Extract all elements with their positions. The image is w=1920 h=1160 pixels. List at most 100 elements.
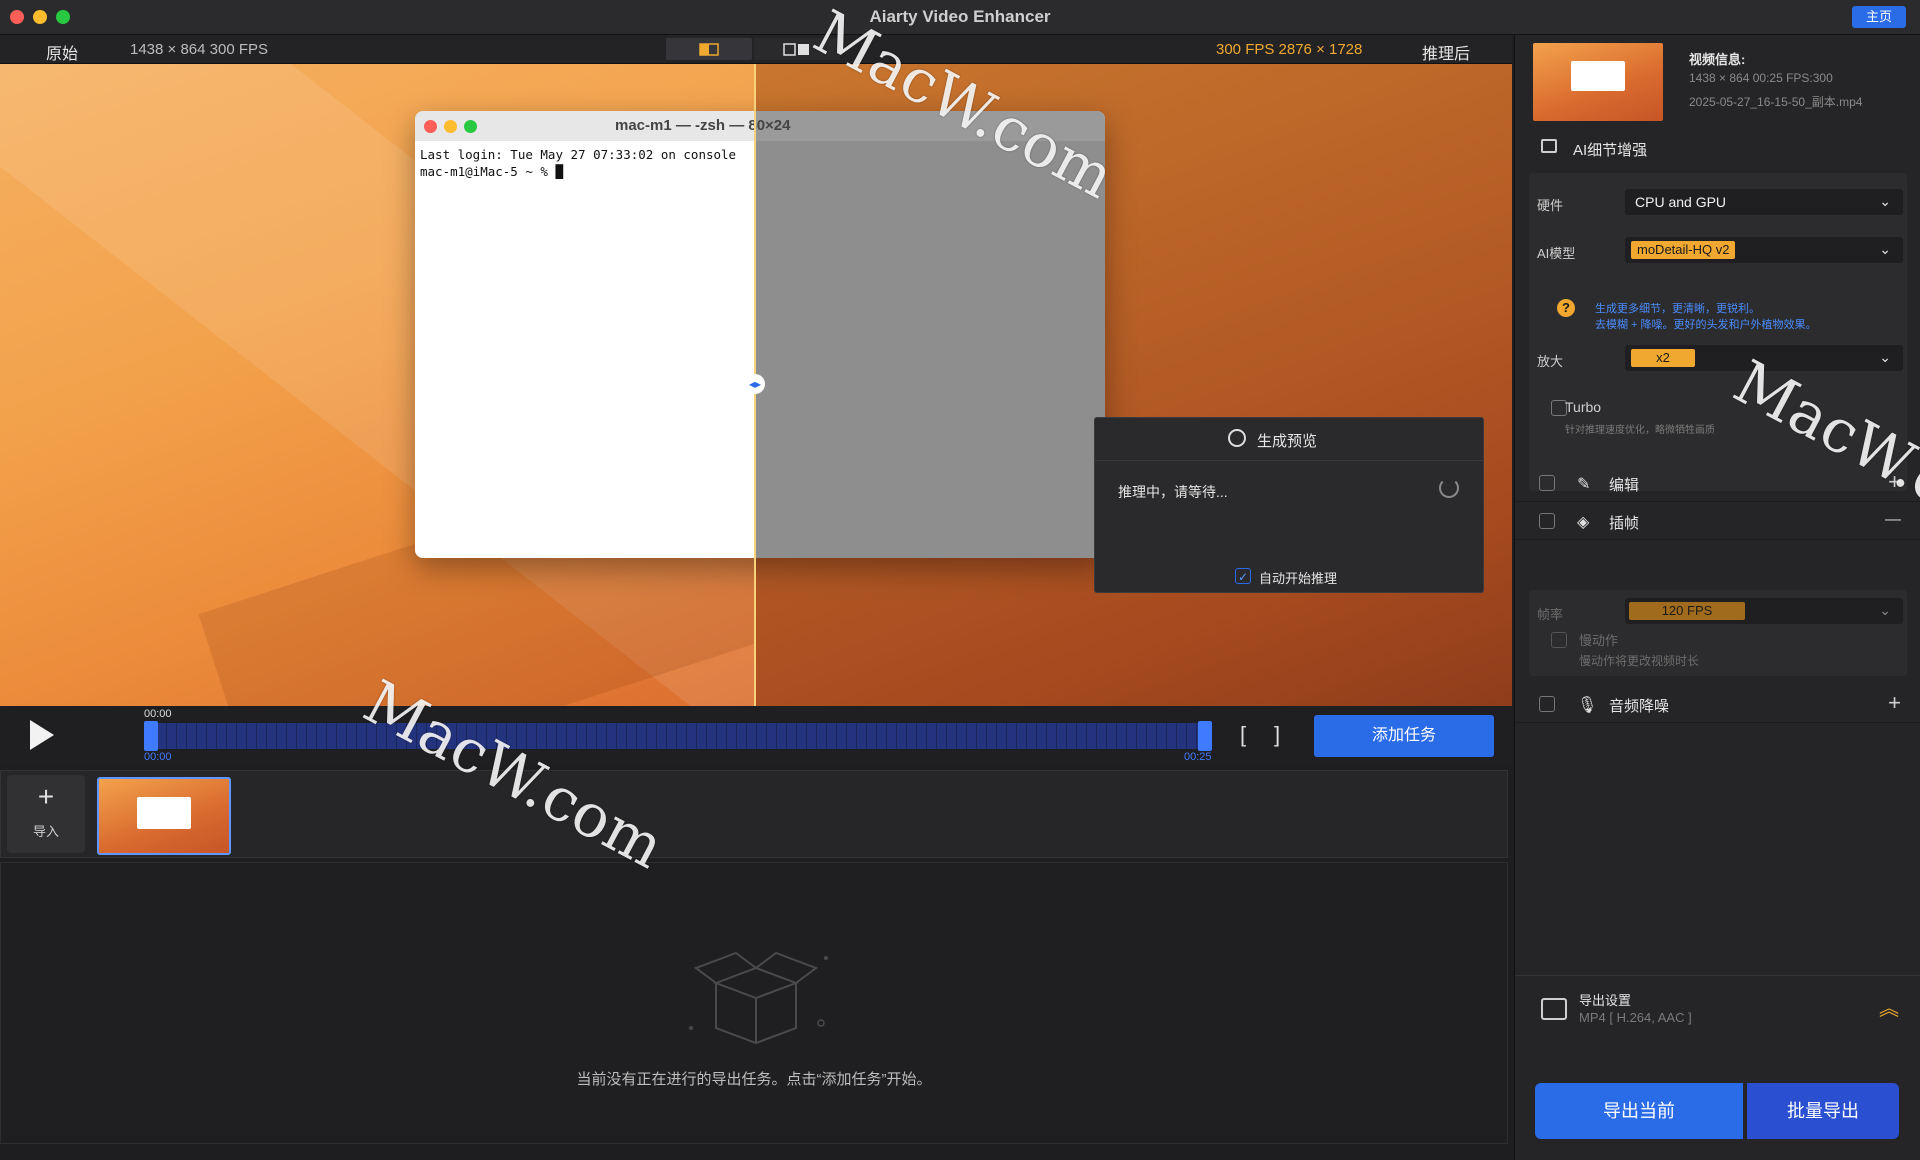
auto-infer-checkbox[interactable]: ✓ (1235, 568, 1251, 584)
export-current-button[interactable]: 导出当前 (1535, 1083, 1743, 1139)
auto-infer-label[interactable]: 自动开始推理 (1259, 568, 1337, 587)
preview-info-bar: 原始 1438 × 864 300 FPS 300 FPS 2876 × 172… (0, 35, 1512, 64)
empty-box-icon (689, 951, 828, 1045)
export-format: MP4 [ H.264, AAC ] (1579, 1010, 1692, 1025)
set-in-point-button[interactable]: [ (1240, 722, 1246, 748)
frame-rate-label: 帧率 (1537, 607, 1564, 622)
ai-model-select[interactable]: moDetail-HQ v2 ⌄ (1625, 237, 1903, 263)
video-preview[interactable]: mac-m1 — -zsh — 80×24 Last login: Tue Ma… (0, 64, 1512, 706)
ai-enhance-section-header[interactable]: AI细节增强 (1515, 133, 1920, 163)
frame-interp-collapse-button[interactable]: — (1885, 511, 1901, 529)
settings-panel: 视频信息: 1438 × 864 00:25 FPS:300 2025-05-2… (1514, 35, 1920, 1160)
model-description: 生成更多细节，更清晰，更锐利。 去模糊 + 降噪。更好的头发和户外植物效果。 (1595, 301, 1817, 333)
terminal-line-1: Last login: Tue May 27 07:33:02 on conso… (420, 147, 737, 162)
terminal-close-dot (424, 120, 437, 133)
loading-spinner-icon (1439, 478, 1459, 498)
trim-end-handle[interactable] (1198, 721, 1212, 751)
chevron-down-icon: ⌄ (1879, 602, 1891, 618)
frame-rate-card: 帧率 120 FPS ⌄ 慢动作 慢动作将更改视频时长 (1529, 590, 1907, 676)
title-bar: Aiarty Video Enhancer 主页 (0, 0, 1920, 35)
aperture-icon (1228, 429, 1246, 447)
home-button[interactable]: 主页 (1852, 6, 1906, 28)
terminal-zoom-dot (464, 120, 477, 133)
split-view-icon (699, 43, 719, 56)
enhance-icon (1541, 139, 1557, 153)
hardware-select[interactable]: CPU and GPU ⌄ (1625, 189, 1903, 215)
plus-icon: + (37, 781, 55, 812)
batch-export-button[interactable]: 批量导出 (1747, 1083, 1899, 1139)
slow-motion-checkbox[interactable] (1551, 632, 1567, 648)
frames-icon: ◈ (1577, 514, 1590, 531)
ai-model-value: moDetail-HQ v2 (1631, 241, 1736, 259)
turbo-description: 针对推理速度优化，略微牺牲画质 (1565, 425, 1715, 436)
popup-title: 生成预览 (1257, 433, 1318, 450)
split-view-button[interactable] (666, 38, 752, 60)
chevron-up-icon[interactable]: ︽ (1879, 992, 1899, 1021)
video-info-specs: 1438 × 864 00:25 FPS:300 (1689, 71, 1833, 85)
chevron-down-icon: ⌄ (1879, 241, 1891, 257)
terminal-body (415, 141, 755, 558)
video-info-title: 视频信息: (1689, 52, 1746, 67)
terminal-window-frame: mac-m1 — -zsh — 80×24 Last login: Tue Ma… (415, 111, 1105, 558)
audio-denoise-expand-button[interactable]: + (1888, 690, 1901, 716)
popup-header: 生成预览 (1095, 418, 1483, 461)
export-settings-title: 导出设置 (1579, 993, 1632, 1008)
enhanced-meta: 300 FPS 2876 × 1728 (1216, 41, 1363, 58)
video-info-filename: 2025-05-27_16-15-50_副本.mp4 (1689, 95, 1863, 109)
edit-checkbox[interactable] (1539, 475, 1555, 491)
ai-model-label: AI模型 (1537, 246, 1576, 261)
audio-denoise-label: 音频降噪 (1609, 698, 1670, 715)
thumbnail-window (137, 797, 191, 829)
slow-motion-description: 慢动作将更改视频时长 (1579, 654, 1700, 668)
help-icon[interactable]: ? (1557, 299, 1575, 317)
frame-interp-row[interactable]: ◈ 插帧 — (1515, 503, 1920, 540)
export-settings-icon (1541, 998, 1567, 1020)
model-description-line-1: 生成更多细节，更清晰，更锐利。 (1595, 303, 1760, 315)
audio-denoise-row[interactable]: 🎙 音频降噪 + (1515, 686, 1920, 723)
app-title: Aiarty Video Enhancer (869, 7, 1051, 26)
inference-status: 推理中，请等待... (1118, 484, 1228, 500)
hardware-value: CPU and GPU (1635, 194, 1727, 210)
compare-handle-icon[interactable]: ◂▸ (745, 374, 765, 394)
turbo-label: Turbo (1565, 399, 1602, 415)
timeline-bar: 00:00 00:00 00:25 [ ] 添加任务 (0, 706, 1512, 764)
export-settings[interactable]: 导出设置 MP4 [ H.264, AAC ] ︽ (1515, 975, 1920, 1058)
timeline-track[interactable] (146, 723, 1210, 749)
edit-label: 编辑 (1609, 477, 1640, 494)
original-meta: 1438 × 864 300 FPS (130, 41, 269, 58)
original-label: 原始 (46, 46, 79, 63)
terminal-body-enhanced (755, 141, 1105, 558)
hardware-label: 硬件 (1537, 198, 1564, 213)
empty-tasks-message: 当前没有正在进行的导出任务。点击“添加任务”开始。 (576, 1071, 932, 1088)
export-task-list: 当前没有正在进行的导出任务。点击“添加任务”开始。 (0, 862, 1508, 1144)
clip-strip: + 导入 (0, 770, 1508, 858)
model-description-line-2: 去模糊 + 降噪。更好的头发和户外植物效果。 (1595, 319, 1817, 331)
current-time: 00:00 (144, 708, 172, 720)
chevron-down-icon: ⌄ (1879, 349, 1891, 365)
edit-icon: ✎ (1577, 476, 1591, 493)
terminal-line-2: mac-m1@iMac-5 ~ % █ (420, 164, 563, 179)
clip-thumbnail[interactable] (97, 777, 231, 855)
trim-start-handle[interactable] (144, 721, 158, 751)
slow-motion-label: 慢动作 (1579, 633, 1619, 648)
terminal-title: mac-m1 — -zsh — 80×24 (615, 117, 791, 134)
generate-preview-popup: 生成预览 推理中，请等待... ✓ 自动开始推理 (1094, 417, 1484, 593)
chevron-down-icon: ⌄ (1879, 193, 1891, 209)
terminal-min-dot (444, 120, 457, 133)
scale-label: 放大 (1537, 354, 1564, 369)
import-button[interactable]: + 导入 (7, 775, 85, 853)
trim-end-time: 00:25 (1184, 751, 1212, 763)
video-thumbnail-window (1571, 61, 1625, 91)
ai-enhance-label: AI细节增强 (1573, 142, 1648, 159)
scale-value: x2 (1631, 349, 1695, 367)
set-out-point-button[interactable]: ] (1274, 722, 1280, 748)
audio-denoise-checkbox[interactable] (1539, 696, 1555, 712)
video-thumbnail (1533, 43, 1663, 121)
frame-rate-value: 120 FPS (1629, 602, 1745, 620)
add-task-button[interactable]: 添加任务 (1314, 715, 1494, 757)
trim-start-time: 00:00 (144, 751, 172, 763)
frame-rate-select[interactable]: 120 FPS ⌄ (1625, 598, 1903, 624)
microphone-icon: 🎙 (1577, 697, 1598, 714)
play-button[interactable] (30, 720, 54, 750)
frame-interp-checkbox[interactable] (1539, 513, 1555, 529)
